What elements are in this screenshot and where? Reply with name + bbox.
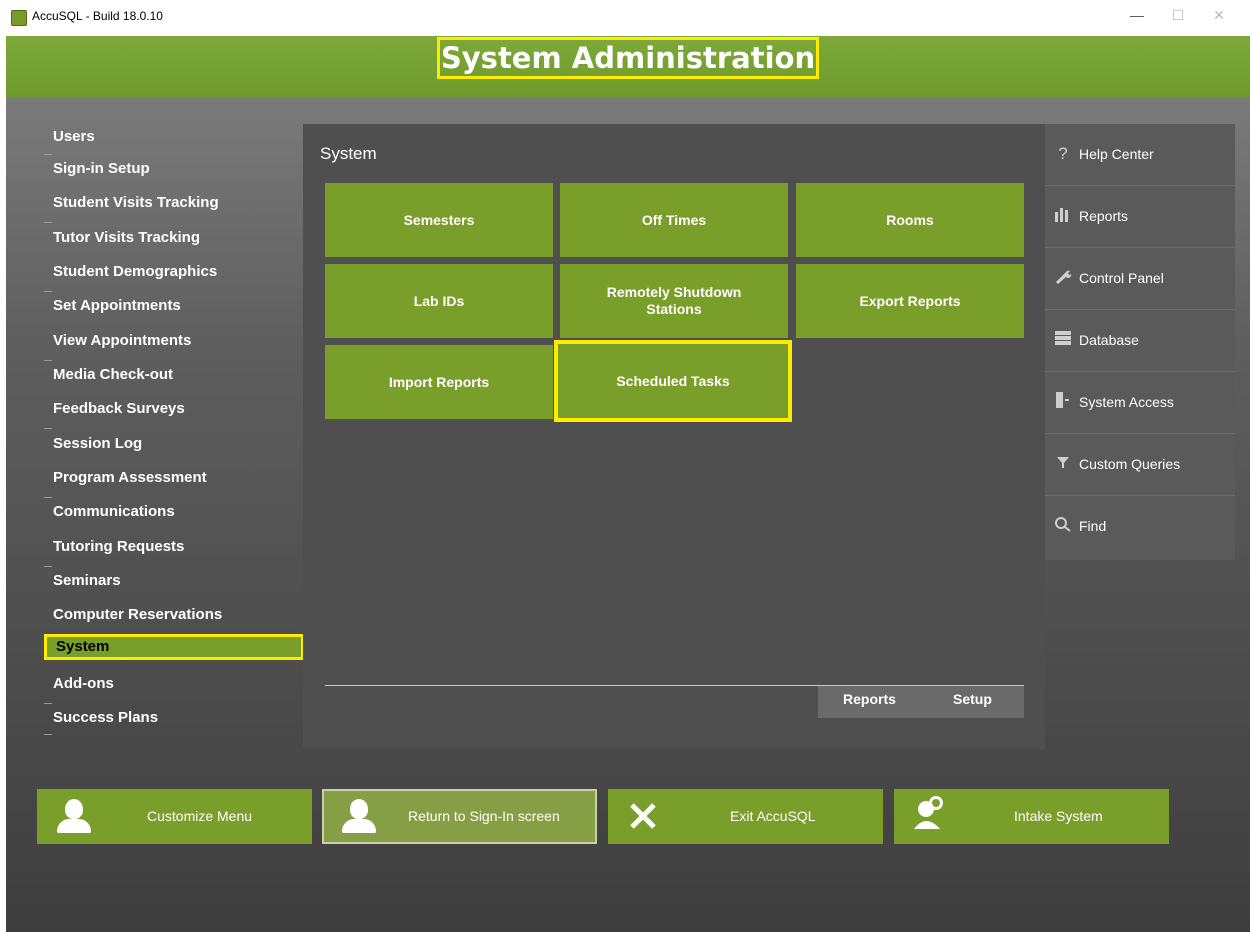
customize-menu-label: Customize Menu — [147, 808, 253, 824]
sidebar-item-add-ons[interactable]: Add-ons — [44, 671, 304, 697]
remotely-shutdown-stations-button[interactable]: Remotely Shutdown Stations — [560, 264, 788, 338]
question-icon: ? — [1058, 144, 1068, 163]
find-label: Find — [1079, 518, 1107, 534]
off-times-button[interactable]: Off Times — [560, 183, 788, 257]
close-icon — [628, 801, 668, 837]
minimize-icon[interactable]: — — [1123, 5, 1151, 25]
sidebar-divider — [44, 703, 52, 704]
help-center-label: Help Center — [1079, 146, 1154, 162]
app-window: AccuSQL - Build 18.0.10 — ☐ ✕ System Adm… — [0, 0, 1250, 932]
help-center-button[interactable]: ? Help Center — [1045, 124, 1235, 186]
system-access-button[interactable]: System Access — [1045, 372, 1235, 434]
person-icon — [340, 799, 380, 835]
intake-person-icon — [912, 795, 952, 831]
sidebar-item-student-visits-tracking[interactable]: Student Visits Tracking — [44, 190, 304, 216]
sidebar-item-view-appointments[interactable]: View Appointments — [44, 328, 304, 354]
sidebar-divider — [44, 734, 52, 735]
sidebar-divider — [44, 360, 52, 361]
database-icon — [1053, 330, 1073, 350]
custom-queries-label: Custom Queries — [1079, 456, 1181, 472]
find-button[interactable]: Find — [1045, 496, 1235, 558]
tab-setup[interactable]: Setup — [953, 686, 992, 718]
close-window-icon[interactable]: ✕ — [1205, 5, 1233, 25]
sidebar-divider — [44, 291, 52, 292]
custom-queries-button[interactable]: Custom Queries — [1045, 434, 1235, 496]
sidebar-divider — [44, 222, 52, 223]
sidebar-divider — [44, 428, 52, 429]
database-label: Database — [1079, 332, 1139, 348]
control-panel-button[interactable]: Control Panel — [1045, 248, 1235, 310]
return-to-sign-in-label: Return to Sign-In screen — [408, 808, 560, 824]
import-reports-button[interactable]: Import Reports — [325, 345, 553, 419]
door-icon — [1053, 392, 1073, 412]
title-bar: AccuSQL - Build 18.0.10 — ☐ ✕ — [0, 0, 1250, 36]
sidebar-item-seminars[interactable]: Seminars — [44, 568, 304, 594]
return-to-sign-in-button[interactable]: Return to Sign-In screen — [322, 789, 597, 844]
sidebar-item-sign-in-setup[interactable]: Sign-in Setup — [44, 156, 304, 182]
sidebar-item-success-plans[interactable]: Success Plans — [44, 705, 304, 731]
sidebar-item-computer-reservations[interactable]: Computer Reservations — [44, 602, 304, 628]
control-panel-label: Control Panel — [1079, 270, 1164, 286]
bar-chart-icon — [1053, 206, 1073, 226]
sidebar-item-student-demographics[interactable]: Student Demographics — [44, 259, 304, 285]
semesters-button[interactable]: Semesters — [325, 183, 553, 257]
tab-reports[interactable]: Reports — [843, 686, 896, 718]
exit-accusql-label: Exit AccuSQL — [730, 808, 816, 824]
person-icon — [55, 799, 95, 835]
panel-title: System — [320, 144, 377, 163]
sidebar-item-session-log[interactable]: Session Log — [44, 431, 304, 457]
sidebar-item-users[interactable]: Users — [44, 124, 304, 150]
page-title: System Administration — [437, 37, 819, 79]
system-access-label: System Access — [1079, 394, 1174, 410]
sidebar-divider — [44, 154, 52, 155]
filter-icon — [1053, 454, 1073, 474]
lab-ids-button[interactable]: Lab IDs — [325, 264, 553, 338]
window-title: AccuSQL - Build 18.0.10 — [32, 9, 163, 23]
sidebar-item-tutoring-requests[interactable]: Tutoring Requests — [44, 534, 304, 560]
app-lock-icon — [11, 10, 27, 26]
scheduled-tasks-button[interactable]: Scheduled Tasks — [554, 340, 792, 422]
customize-menu-button[interactable]: Customize Menu — [37, 789, 312, 844]
rooms-button[interactable]: Rooms — [796, 183, 1024, 257]
maximize-icon[interactable]: ☐ — [1164, 5, 1192, 25]
sidebar-item-set-appointments[interactable]: Set Appointments — [44, 293, 304, 319]
reports-menu-button[interactable]: Reports — [1045, 186, 1235, 248]
sidebar-item-media-check-out[interactable]: Media Check-out — [44, 362, 304, 388]
wrench-icon — [1053, 268, 1073, 288]
sidebar-item-feedback-surveys[interactable]: Feedback Surveys — [44, 396, 304, 422]
panel-tab-bar: Reports Setup — [818, 686, 1024, 718]
database-button[interactable]: Database — [1045, 310, 1235, 372]
sidebar-item-tutor-visits-tracking[interactable]: Tutor Visits Tracking — [44, 225, 304, 251]
reports-menu-label: Reports — [1079, 208, 1129, 224]
exit-accusql-button[interactable]: Exit AccuSQL — [608, 789, 883, 844]
sidebar-item-system[interactable]: System — [44, 634, 304, 660]
sidebar-item-program-assessment[interactable]: Program Assessment — [44, 465, 304, 491]
sidebar-divider — [44, 497, 52, 498]
sidebar-divider — [44, 566, 52, 567]
intake-system-button[interactable]: Intake System — [894, 789, 1169, 844]
search-icon — [1053, 516, 1073, 536]
system-panel: System Semesters Off Times Rooms Lab IDs… — [303, 124, 1045, 749]
export-reports-button[interactable]: Export Reports — [796, 264, 1024, 338]
sidebar-item-communications[interactable]: Communications — [44, 499, 304, 525]
right-menu: ? Help Center Reports Control Panel Data… — [1045, 124, 1235, 560]
intake-system-label: Intake System — [1014, 808, 1103, 824]
